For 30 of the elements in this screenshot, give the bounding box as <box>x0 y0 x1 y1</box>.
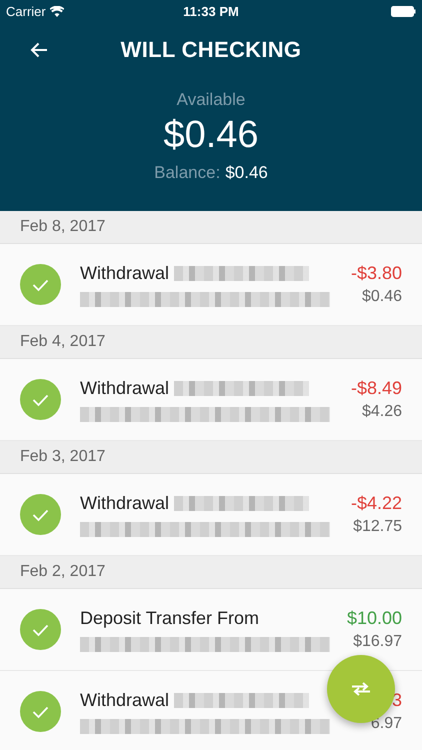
running-balance: $16.97 <box>353 633 402 651</box>
account-title: WILL CHECKING <box>120 37 302 63</box>
transaction-title: Withdrawal <box>80 378 170 398</box>
available-amount: $0.46 <box>163 114 259 157</box>
balance-label: Balance: <box>154 163 220 183</box>
transaction-amount: -$8.49 <box>350 378 402 399</box>
transaction-amount: -$4.22 <box>350 493 402 514</box>
clock-time: 11:33 PM <box>183 4 239 18</box>
transaction-title: Deposit Transfer From <box>80 608 260 628</box>
back-arrow-icon <box>30 42 48 58</box>
swap-arrows-icon <box>351 682 371 696</box>
wifi-icon <box>50 6 64 16</box>
running-balance: $4.26 <box>362 403 402 421</box>
back-button[interactable] <box>28 40 50 60</box>
running-balance: $12.75 <box>353 518 402 536</box>
transaction-title: Withdrawal <box>80 262 170 284</box>
balance-amount: $0.46 <box>225 163 268 183</box>
date-header: Feb 8, 2017 <box>0 211 422 244</box>
date-header: Feb 4, 2017 <box>0 326 422 359</box>
date-header: Feb 3, 2017 <box>0 441 422 474</box>
transaction-title: Withdrawal <box>80 492 170 514</box>
transaction-amount: $10.00 <box>346 608 402 629</box>
transaction-title: Withdrawal <box>80 690 170 710</box>
transaction-amount: -$3.80 <box>350 263 402 284</box>
running-balance: $0.46 <box>362 288 402 306</box>
carrier-name: Carrier <box>6 4 46 18</box>
date-header: Feb 2, 2017 <box>0 556 422 589</box>
transaction-amount: 3 <box>392 690 402 711</box>
available-label: Available <box>176 90 246 110</box>
battery-icon <box>391 6 416 16</box>
